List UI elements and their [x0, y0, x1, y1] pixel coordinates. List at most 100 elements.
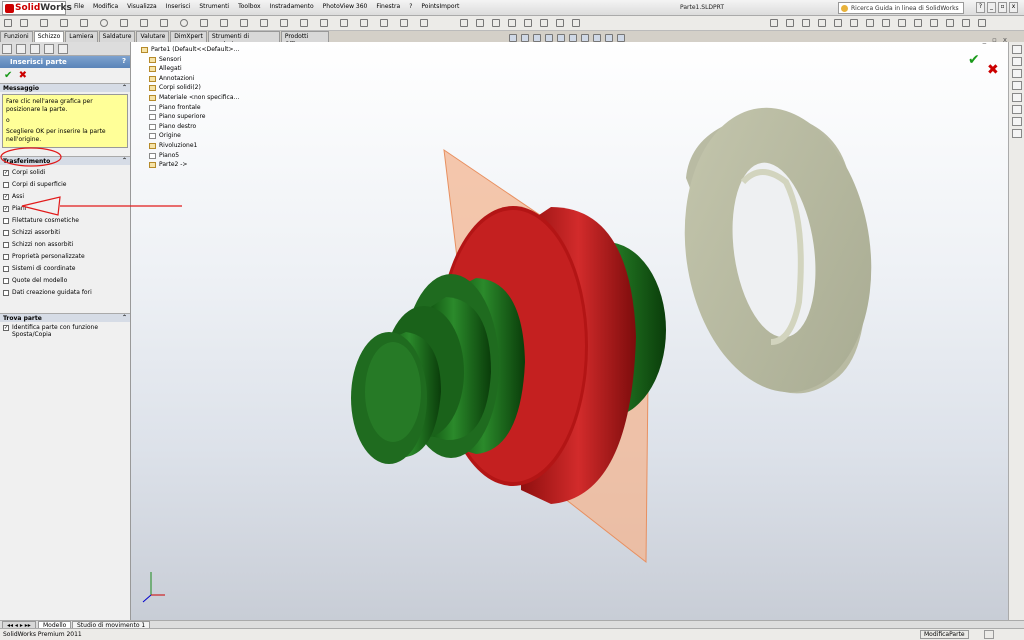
text-icon[interactable] — [240, 19, 248, 27]
tree-root[interactable]: Parte1 (Default<<Default>... — [141, 45, 239, 55]
custom-properties-icon[interactable] — [1012, 117, 1022, 126]
close-button[interactable]: x — [1009, 2, 1018, 13]
resources-icon[interactable] — [1012, 45, 1022, 54]
zoom-to-fit-icon[interactable] — [509, 34, 517, 42]
pan-icon[interactable] — [978, 19, 986, 27]
solidworks-logo[interactable]: SolidWorks — [2, 1, 72, 15]
dimxpertmanager-tab-icon[interactable] — [44, 44, 54, 54]
transfer-checkbox[interactable] — [3, 290, 9, 296]
offset-icon[interactable] — [320, 19, 328, 27]
help-dropdown-button[interactable]: ? — [976, 2, 985, 13]
undo-icon[interactable] — [524, 19, 532, 27]
rectangle-icon[interactable] — [60, 19, 68, 27]
spline-icon[interactable] — [160, 19, 168, 27]
tab-lamiera[interactable]: Lamiera — [65, 31, 98, 42]
graphics-area[interactable]: Parte1 (Default<<Default>... Sensori All… — [131, 42, 1008, 620]
menu-help[interactable]: ? — [409, 3, 412, 10]
file-explorer-icon[interactable] — [1012, 69, 1022, 78]
fillet-icon[interactable] — [200, 19, 208, 27]
ellipse-icon[interactable] — [180, 19, 188, 27]
view-palette-icon[interactable] — [1012, 93, 1022, 102]
collapse-icon[interactable]: ⌃ — [122, 314, 127, 321]
move-icon[interactable] — [380, 19, 388, 27]
rotate-icon[interactable] — [962, 19, 970, 27]
menu-toolbox[interactable]: Toolbox — [238, 3, 261, 10]
cancel-button[interactable]: ✖ — [19, 70, 27, 81]
transfer-checkbox-row[interactable]: Quote del modello — [0, 275, 130, 287]
tab-saldature[interactable]: Saldature — [98, 31, 136, 42]
pattern-icon[interactable] — [360, 19, 368, 27]
tab-schizzo[interactable]: Schizzo — [33, 31, 65, 42]
status-help-icon[interactable] — [984, 630, 994, 639]
tree-item-materiale[interactable]: Materiale <non specifica... — [149, 93, 239, 103]
menu-inserisci[interactable]: Inserisci — [166, 3, 191, 10]
tree-item-sensori[interactable]: Sensori — [149, 55, 239, 65]
menu-finestra[interactable]: Finestra — [376, 3, 400, 10]
transfer-checkbox[interactable] — [3, 278, 9, 284]
scene-icon[interactable] — [850, 19, 858, 27]
apply-scene-icon[interactable] — [605, 34, 613, 42]
perspective-icon[interactable] — [946, 19, 954, 27]
edit-appearance-icon[interactable] — [593, 34, 601, 42]
tab-dimxpert[interactable]: DimXpert — [170, 31, 207, 42]
tree-item-allegati[interactable]: Allegati — [149, 64, 239, 74]
view-settings-icon[interactable] — [617, 34, 625, 42]
search-results-icon[interactable] — [1012, 81, 1022, 90]
open-icon[interactable] — [476, 19, 484, 27]
tree-item-piano-superiore[interactable]: Piano superiore — [149, 112, 239, 122]
menu-photoview[interactable]: PhotoView 360 — [323, 3, 368, 10]
tree-item-piano-destro[interactable]: Piano destro — [149, 122, 239, 132]
sketch-plane-icon[interactable] — [770, 19, 778, 27]
previous-view-icon[interactable] — [533, 34, 541, 42]
photoview-icon[interactable] — [1012, 129, 1022, 138]
confirm-corner-cancel-icon[interactable]: ✖ — [987, 62, 999, 78]
tab-prodotti-office[interactable]: Prodotti Office — [280, 31, 329, 48]
menu-visualizza[interactable]: Visualizza — [127, 3, 157, 10]
display-style-icon[interactable] — [569, 34, 577, 42]
tree-item-corpi-solidi[interactable]: Corpi solidi(2) — [149, 83, 239, 93]
plane-icon[interactable] — [220, 19, 228, 27]
menu-instradamento[interactable]: Instradamento — [270, 3, 314, 10]
tab-valutare[interactable]: Valutare — [136, 31, 170, 42]
slot-icon[interactable] — [80, 19, 88, 27]
restore-doc-icon[interactable]: ▫ — [992, 36, 997, 44]
menu-file[interactable]: File — [74, 3, 84, 10]
options-icon[interactable] — [572, 19, 580, 27]
mirror-icon[interactable] — [340, 19, 348, 27]
save-icon[interactable] — [492, 19, 500, 27]
smart-dimension-icon[interactable] — [4, 19, 12, 27]
print-icon[interactable] — [508, 19, 516, 27]
polygon-icon[interactable] — [140, 19, 148, 27]
transfer-checkbox-row[interactable]: Schizzi assorbiti — [0, 227, 130, 239]
hide-show-icon[interactable] — [818, 19, 826, 27]
transfer-checkbox[interactable] — [3, 242, 9, 248]
rebuild-icon[interactable] — [556, 19, 564, 27]
featuremanager-tab-icon[interactable] — [2, 44, 12, 54]
ok-button[interactable]: ✔ — [4, 70, 12, 81]
menu-modifica[interactable]: Modifica — [93, 3, 118, 10]
transfer-checkbox[interactable] — [3, 230, 9, 236]
close-doc-icon[interactable]: x — [1003, 36, 1007, 44]
transfer-checkbox-row[interactable]: Dati creazione guidata fori — [0, 287, 130, 299]
find-part-checkbox-row[interactable]: ✓ Identifica parte con funzione Sposta/C… — [0, 322, 130, 340]
help-icon[interactable]: ? — [122, 57, 126, 65]
view-orientation-icon[interactable] — [557, 34, 565, 42]
new-icon[interactable] — [460, 19, 468, 27]
line-icon[interactable] — [40, 19, 48, 27]
ambient-occlusion-icon[interactable] — [930, 19, 938, 27]
light-icon[interactable] — [914, 19, 922, 27]
configurationmanager-tab-icon[interactable] — [30, 44, 40, 54]
transfer-checkbox[interactable] — [3, 266, 9, 272]
tab-strumenti-rendering[interactable]: Strumenti di rendering — [207, 31, 280, 48]
propertymanager-tab-icon[interactable] — [16, 44, 26, 54]
section-view-icon[interactable] — [786, 19, 794, 27]
trim-icon[interactable] — [280, 19, 288, 27]
appearances-icon[interactable] — [1012, 105, 1022, 114]
repair-icon[interactable] — [420, 19, 428, 27]
appearance-icon[interactable] — [834, 19, 842, 27]
menu-pointsimport[interactable]: PointsImport — [421, 3, 459, 10]
transfer-checkbox-row[interactable]: Proprietà personalizzate — [0, 251, 130, 263]
design-library-icon[interactable] — [1012, 57, 1022, 66]
extend-icon[interactable] — [300, 19, 308, 27]
tree-item-annotazioni[interactable]: Annotazioni — [149, 74, 239, 84]
